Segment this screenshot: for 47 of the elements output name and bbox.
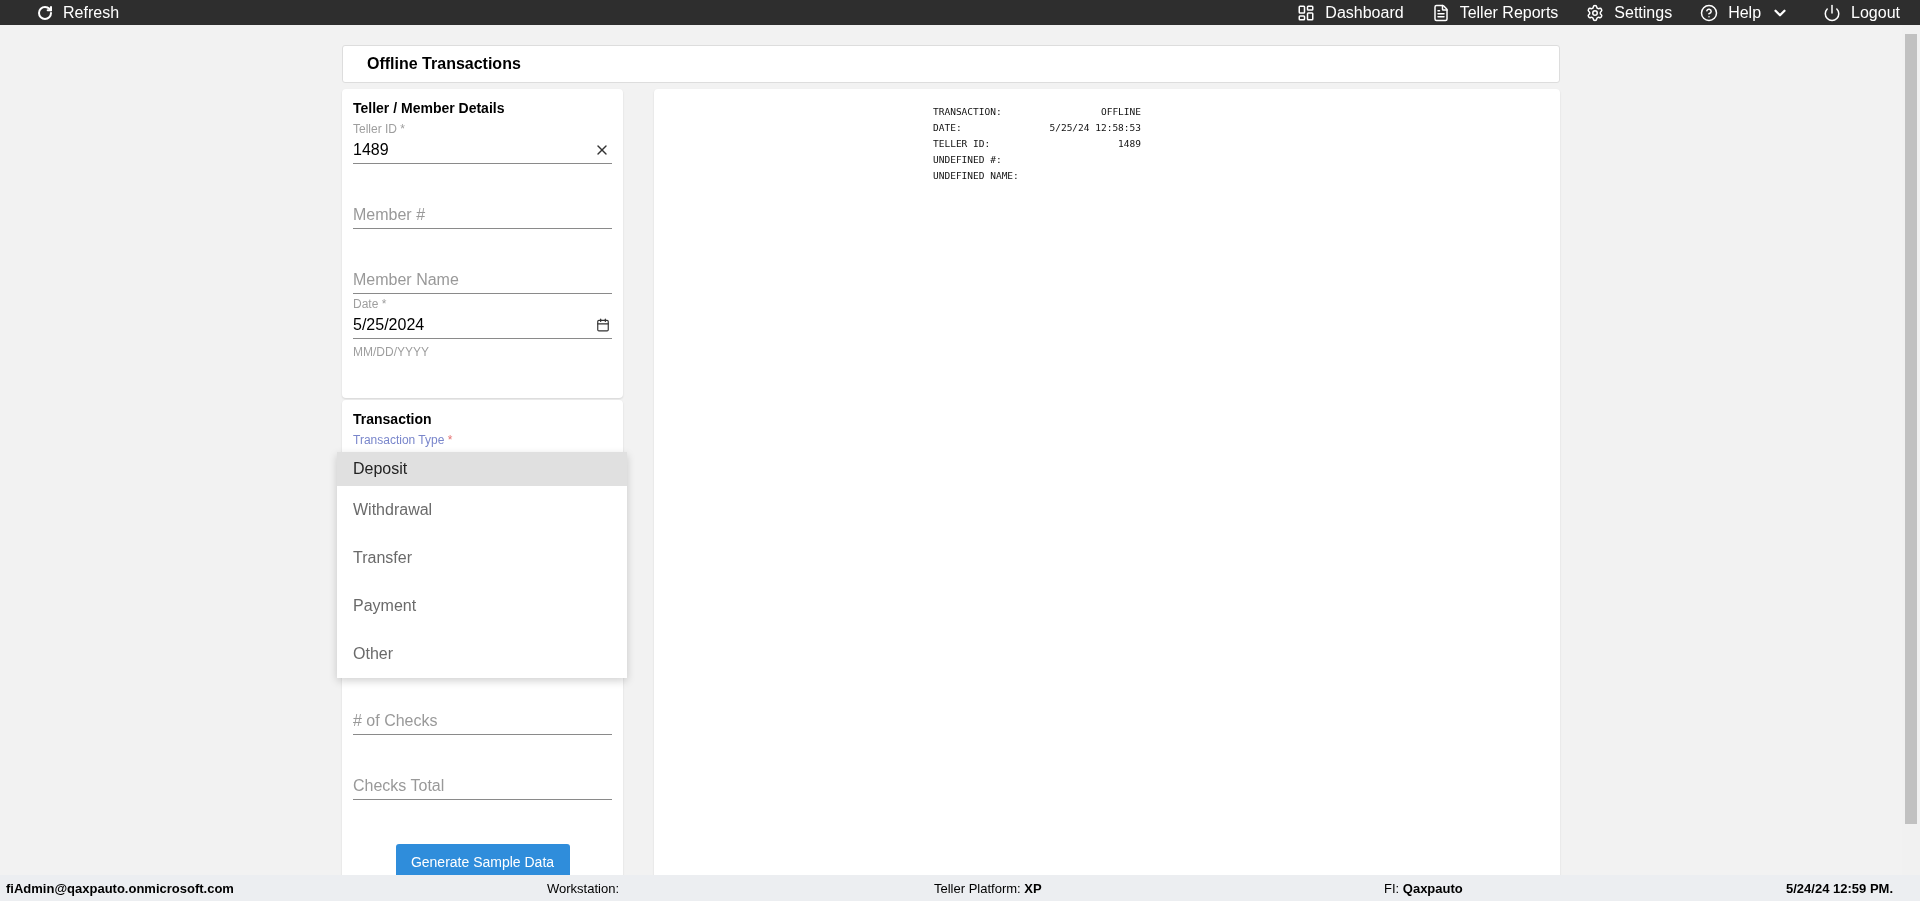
status-label: FI: [1384,880,1400,896]
status-datetime: 5/24/24 12:59 PM. [1786,880,1893,896]
page-title: Offline Transactions [342,45,1560,83]
input-field[interactable]: Checks Total [353,773,612,798]
receipt-value: OFFLINE [1100,105,1141,117]
nav-icon [1431,3,1450,22]
input-field[interactable]: 1489 [353,137,594,162]
refresh-icon [37,4,53,21]
receipt-label: DATE: [933,121,962,133]
menu-item[interactable]: Withdrawal [337,486,627,534]
field-label: Date * [353,297,388,311]
field-label: Teller ID * [353,122,407,136]
calendar-icon[interactable] [596,317,610,332]
receipt-value: 5/25/24 12:58:53 [1049,121,1141,133]
menu-item[interactable]: Deposit [337,452,627,486]
status-label: Workstation: [547,880,619,896]
card-title: Transaction [353,410,433,428]
nav-icon [1700,3,1719,22]
receipt-label: UNDEFINED NAME: [933,169,1019,181]
field-label: Transaction Type * [353,433,454,447]
generate-sample-data-button[interactable]: Generate Sample Data [395,844,570,875]
nav-link[interactable]: Logout [1823,3,1900,22]
input-field[interactable]: Member # [353,202,612,227]
menu-item[interactable]: Other [337,630,627,678]
input-field[interactable]: 5/25/2024 [353,312,596,337]
nav-icon [1586,3,1605,22]
refresh-link[interactable]: Refresh [37,3,120,22]
receipt-label: TELLER ID: [933,137,991,149]
status-label: Teller Platform: [934,880,1021,896]
nav-link[interactable]: Dashboard [1297,3,1404,22]
receipt-value: 1489 [1118,137,1141,149]
receipt-label: UNDEFINED #: [933,153,1002,165]
helper-text: MM/DD/YYYY [353,345,430,359]
input-field[interactable]: # of Checks [353,708,612,733]
status-value: Qaxpauto [1402,880,1463,896]
nav-icon [1823,3,1842,22]
card-title: Teller / Member Details [353,99,506,117]
nav-link[interactable]: Teller Reports [1431,3,1559,22]
nav-link[interactable]: Help [1700,3,1790,22]
nav-link[interactable]: Settings [1586,3,1673,22]
nav-icon [1297,3,1316,22]
menu-item[interactable]: Transfer [337,534,627,582]
receipt-label: TRANSACTION: [933,105,1002,117]
status-value: XP [1024,880,1042,896]
user-email: fiAdmin@qaxpauto.onmicrosoft.com [6,880,235,896]
input-field[interactable]: Member Name [353,267,612,292]
menu-item[interactable]: Payment [337,582,627,630]
